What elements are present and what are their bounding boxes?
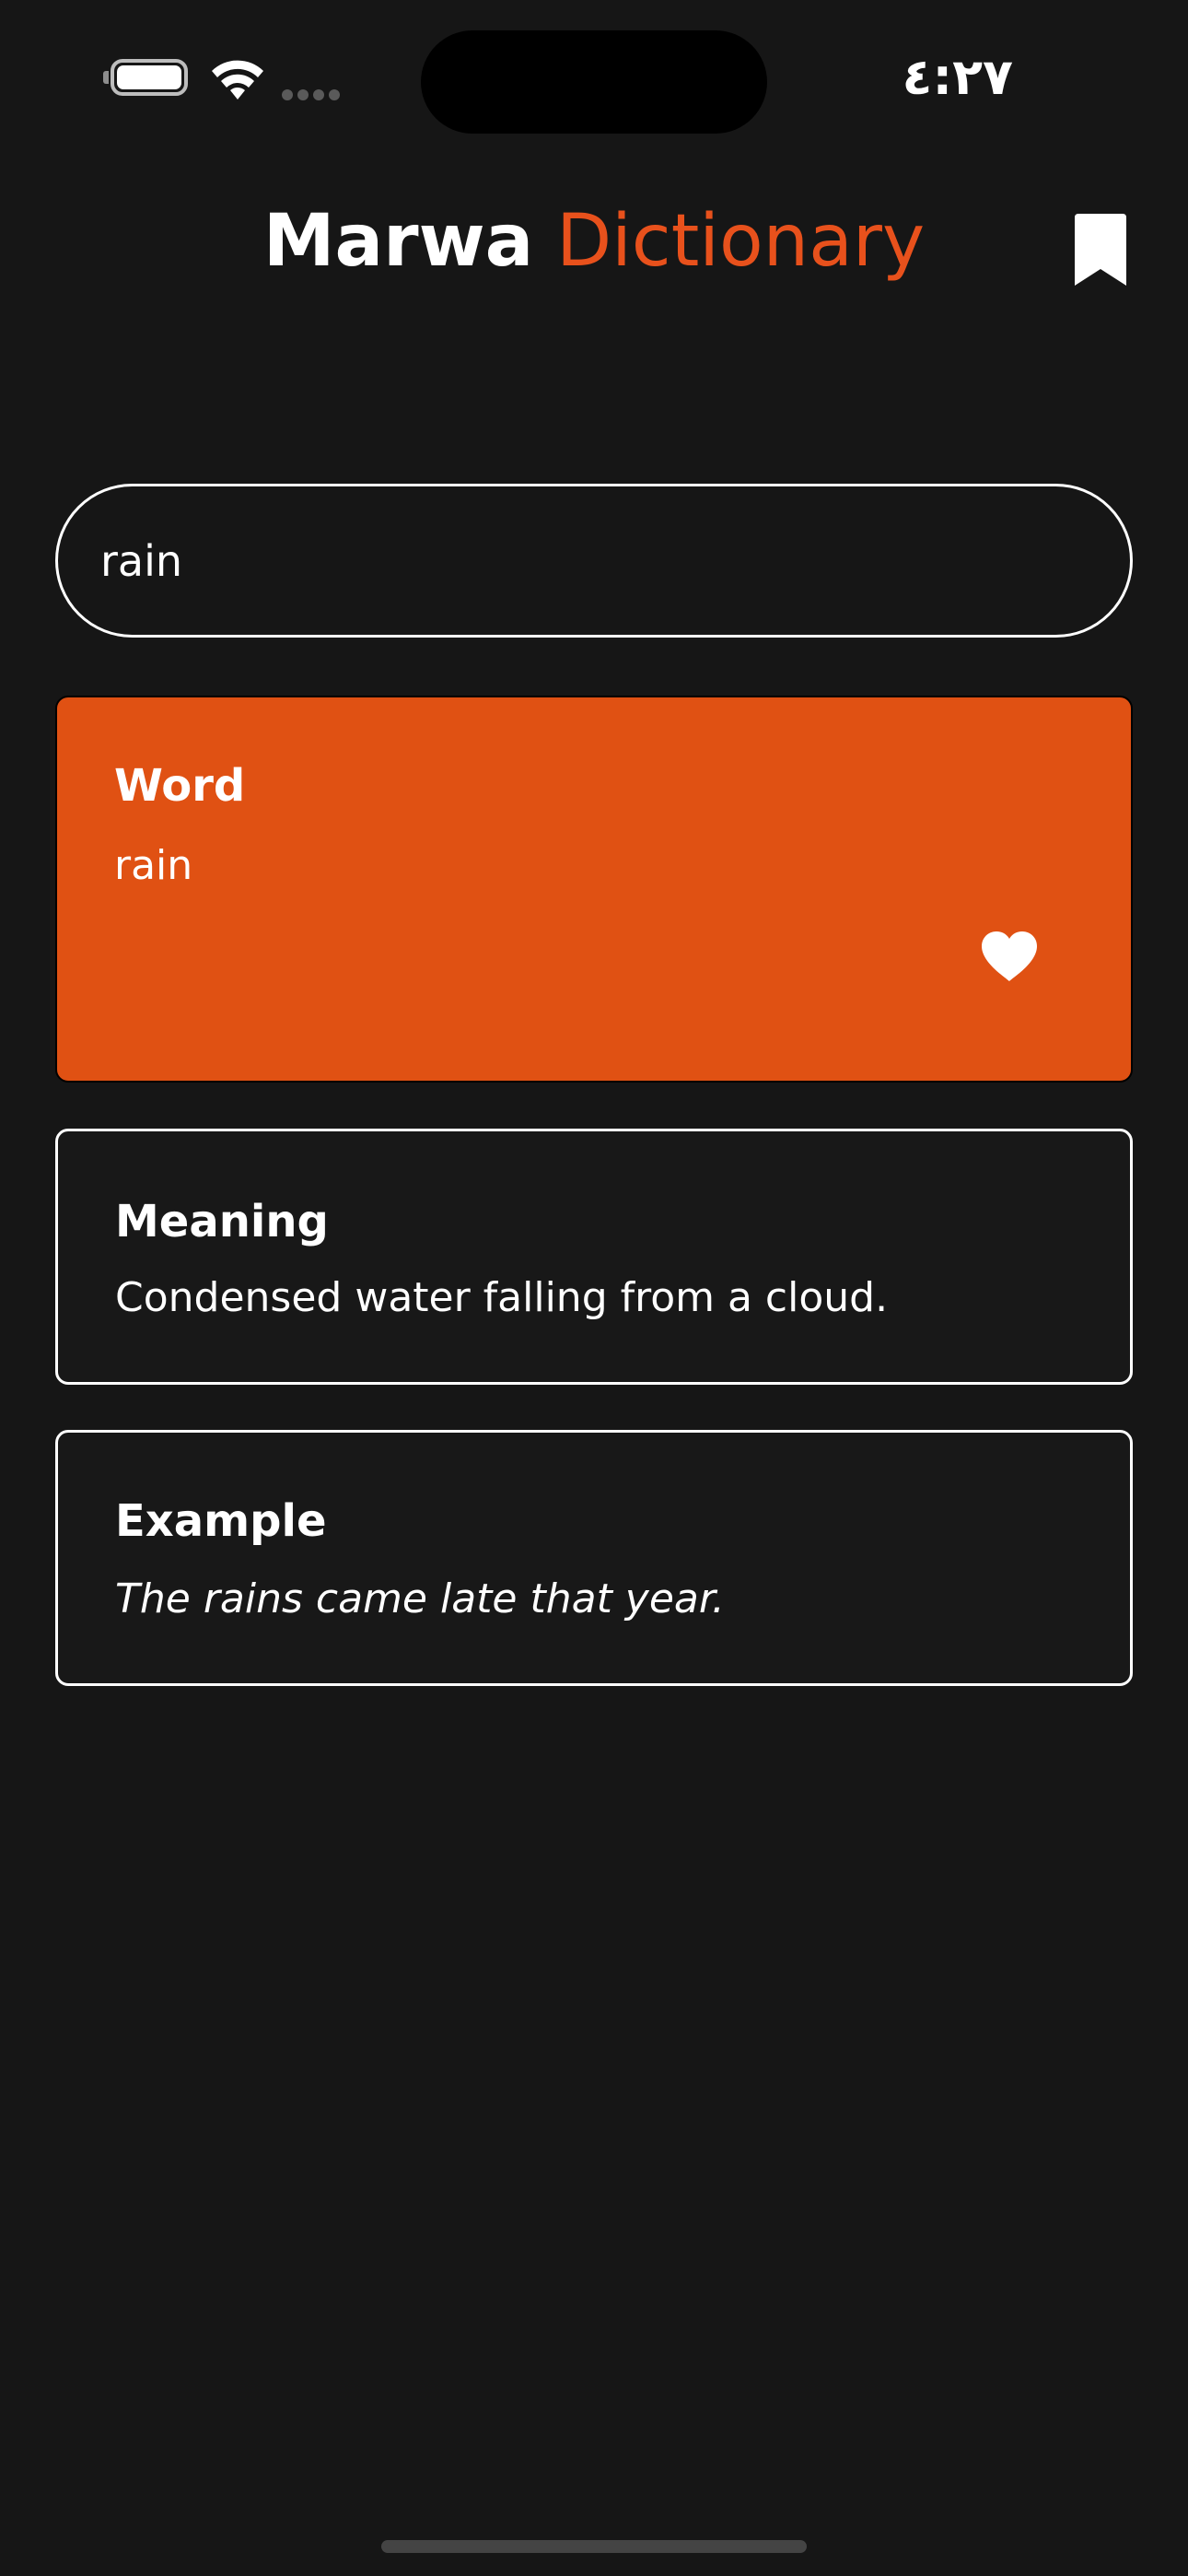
search-field[interactable]	[55, 484, 1133, 638]
word-card: Word rain	[55, 696, 1133, 1083]
search-input[interactable]	[100, 486, 1077, 635]
app-title-accent: Dictionary	[556, 200, 926, 283]
meaning-text: Condensed water falling from a cloud.	[115, 1274, 889, 1321]
example-card: Example The rains came late that year.	[55, 1430, 1133, 1686]
heart-icon[interactable]	[980, 930, 1039, 983]
status-bar: ٤:٢٧	[0, 0, 1188, 161]
meaning-card: Meaning Condensed water falling from a c…	[55, 1129, 1133, 1385]
dynamic-island	[421, 30, 767, 134]
example-heading: Example	[115, 1495, 327, 1547]
battery-icon	[103, 59, 192, 100]
word-value: rain	[114, 842, 193, 889]
app-title-primary: Marwa	[262, 200, 534, 283]
status-time: ٤:٢٧	[902, 48, 1013, 106]
bookmark-icon[interactable]	[1071, 212, 1130, 287]
word-heading: Word	[114, 760, 246, 812]
signal-icon	[282, 87, 346, 100]
home-indicator[interactable]	[381, 2540, 807, 2553]
example-text: The rains came late that year.	[115, 1575, 725, 1622]
wifi-icon	[212, 60, 263, 100]
meaning-heading: Meaning	[115, 1196, 329, 1247]
app-title: Marwa Dictionary	[0, 195, 1188, 287]
